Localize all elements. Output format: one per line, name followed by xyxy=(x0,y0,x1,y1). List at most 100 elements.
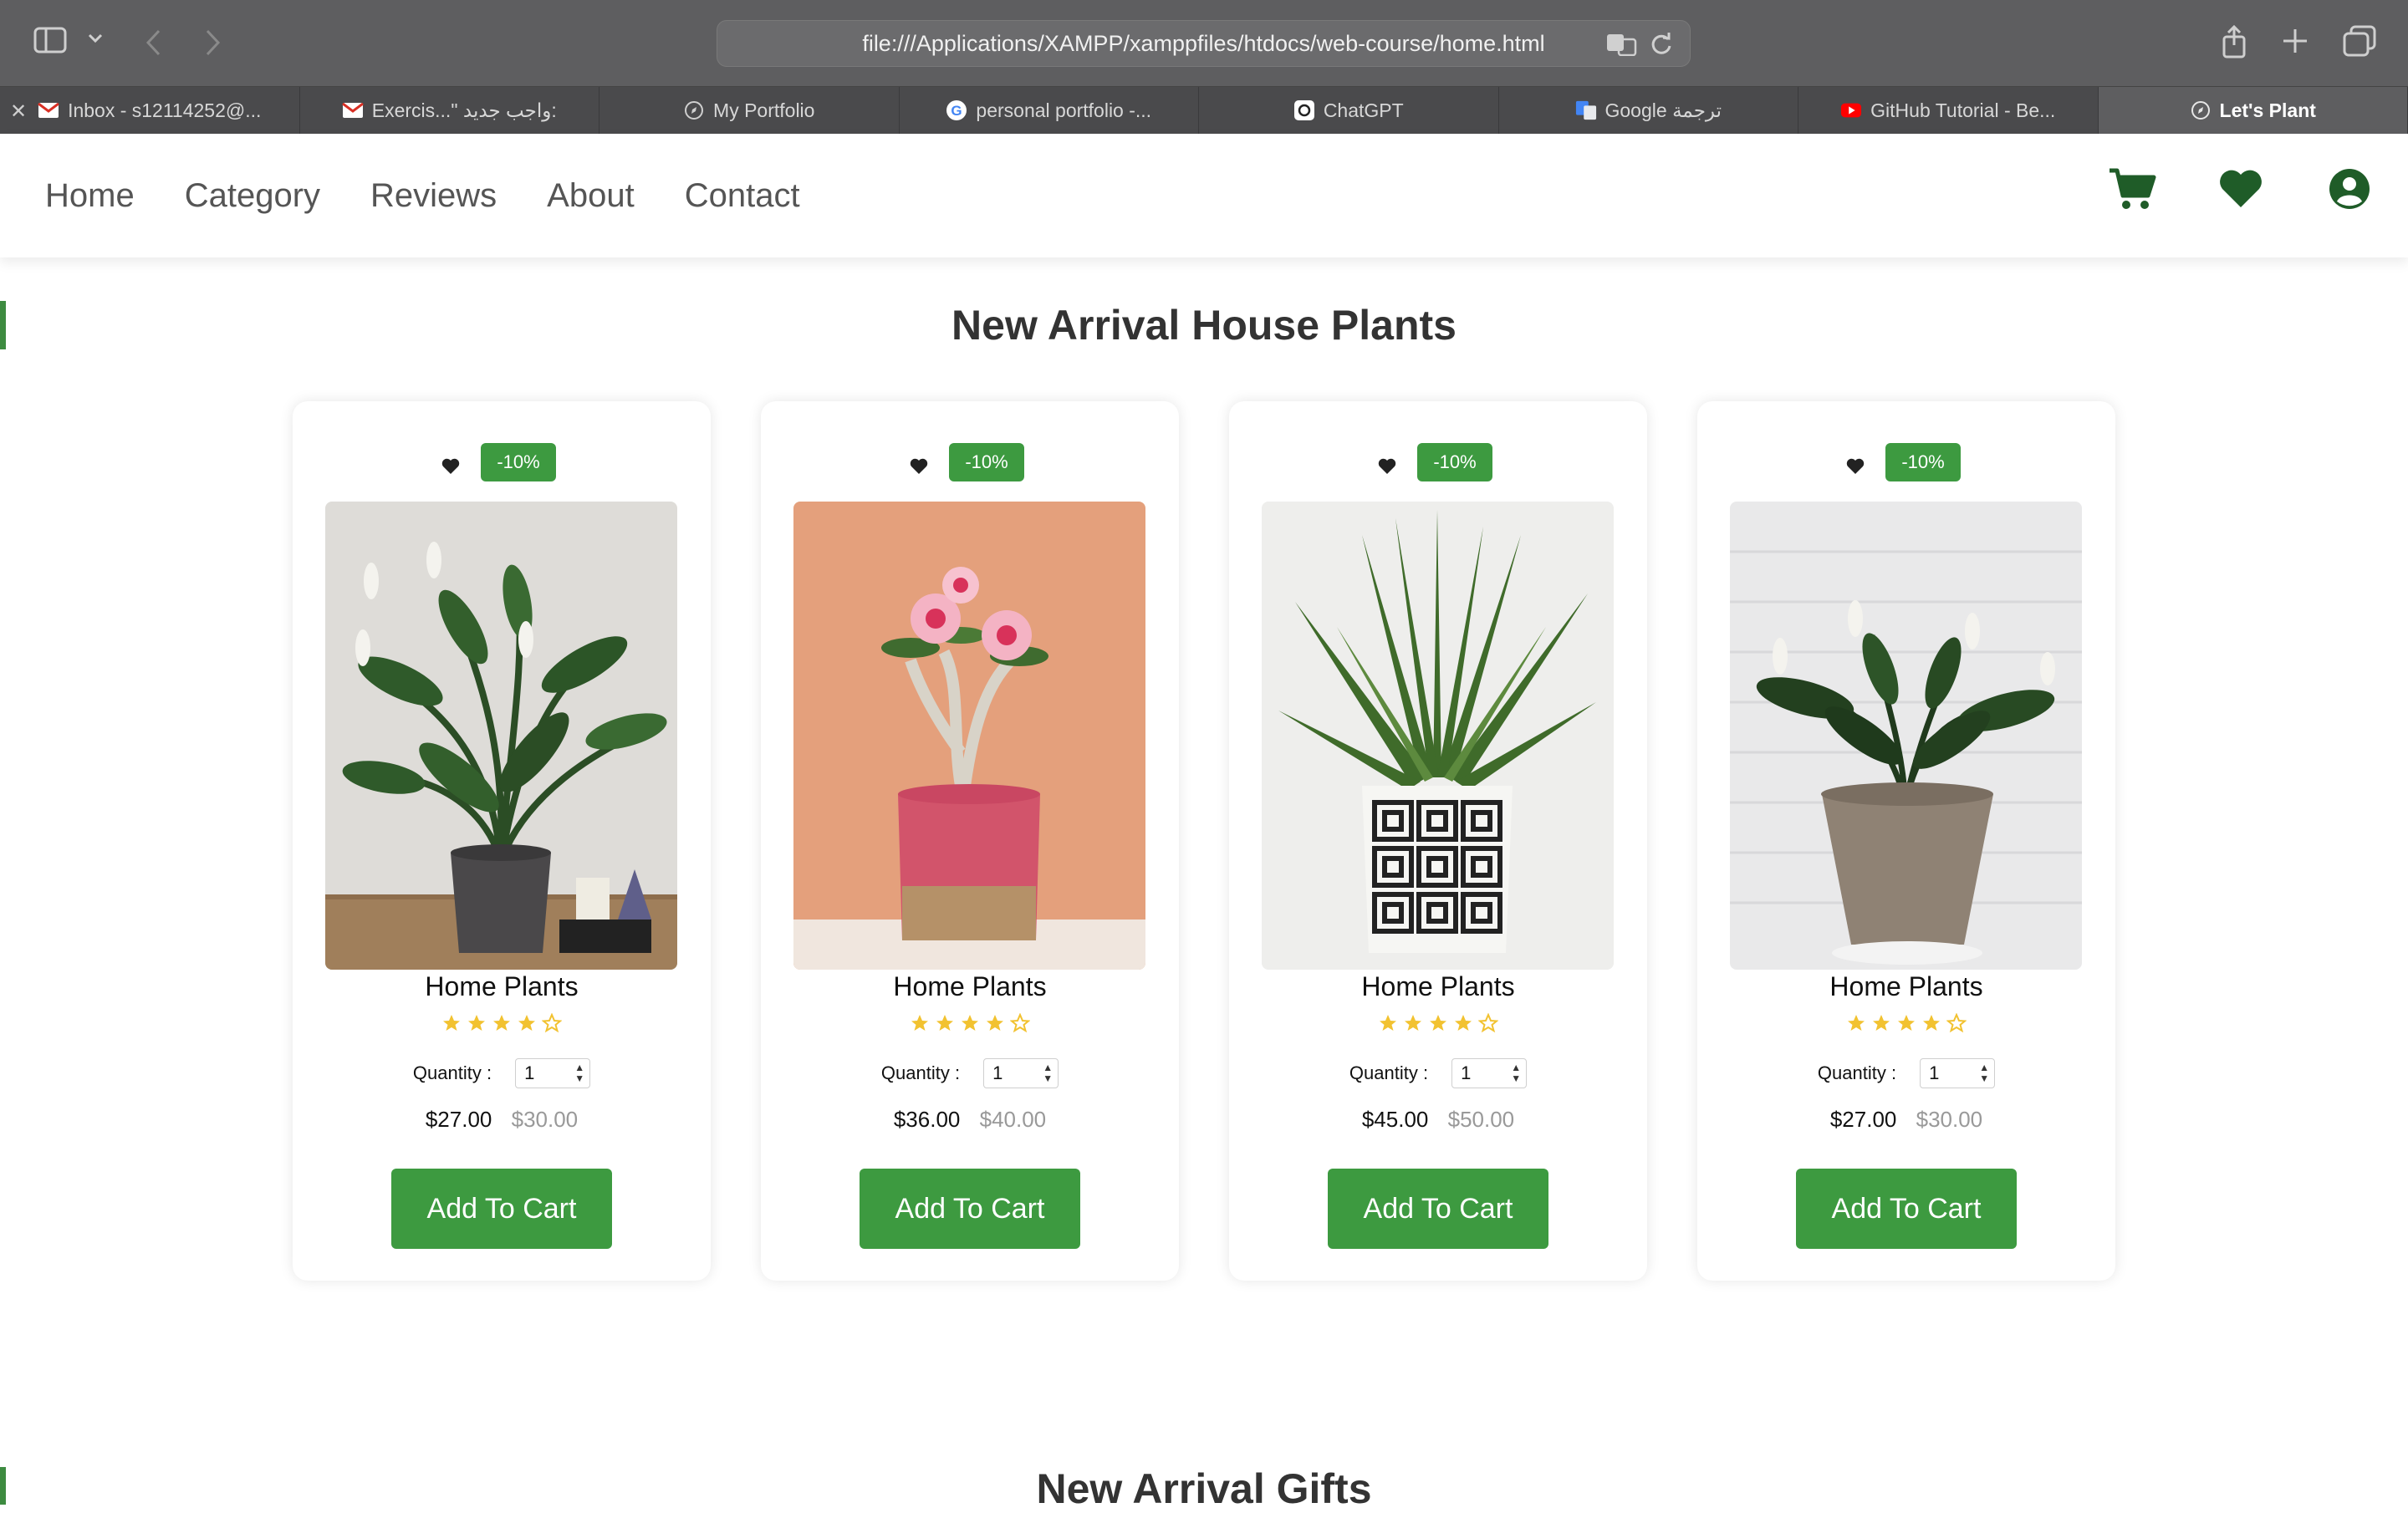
current-price: $36.00 xyxy=(893,1107,961,1132)
youtube-icon xyxy=(1840,99,1862,121)
tab-google-translate[interactable]: Google ترجمة xyxy=(1499,87,1798,134)
star-full-icon xyxy=(1873,1015,1890,1031)
address-bar[interactable]: file:///Applications/XAMPP/xamppfiles/ht… xyxy=(717,20,1691,67)
quantity-label: Quantity : xyxy=(412,1062,492,1083)
tab-chatgpt[interactable]: ChatGPT xyxy=(1199,87,1499,134)
wishlist-heart-icon[interactable] xyxy=(1378,458,1396,479)
price-row: $27.00 $30.00 xyxy=(1697,1107,2115,1133)
heart-icon[interactable] xyxy=(2216,164,2266,214)
add-to-cart-button[interactable]: Add To Cart xyxy=(1796,1169,2017,1249)
tab-label: My Portfolio xyxy=(713,99,815,121)
tab-label: GitHub Tutorial - Be... xyxy=(1870,99,2056,121)
quantity-label: Quantity : xyxy=(880,1062,961,1083)
site-header: Home Category Reviews About Contact xyxy=(0,134,2408,257)
url-text: file:///Applications/XAMPP/xamppfiles/ht… xyxy=(862,30,1545,56)
current-price: $45.00 xyxy=(1361,1107,1429,1132)
tab-lets-plant[interactable]: Let's Plant xyxy=(2098,87,2408,134)
product-name: Home Plants xyxy=(1829,971,1983,1001)
discount-badge: -10% xyxy=(1885,443,1961,481)
nav-home[interactable]: Home xyxy=(45,177,135,215)
quantity-stepper[interactable]: 1 ▲ ▼ xyxy=(1451,1058,1528,1088)
quantity-stepper[interactable]: 1 ▲ ▼ xyxy=(1920,1058,1996,1088)
close-icon[interactable]: ✕ xyxy=(10,99,27,124)
quantity-value: 1 xyxy=(524,1062,535,1083)
tab-personal-portfolio[interactable]: G personal portfolio -... xyxy=(900,87,1199,134)
add-to-cart-button[interactable]: Add To Cart xyxy=(1328,1169,1548,1249)
wishlist-heart-icon[interactable] xyxy=(1846,458,1865,479)
star-empty-icon xyxy=(1946,1013,1967,1033)
sidebar-toggle-icon[interactable] xyxy=(33,27,67,53)
svg-text:G: G xyxy=(951,103,962,119)
tab-inbox[interactable]: ✕ Inbox - s12114252@... xyxy=(0,87,300,134)
user-icon[interactable] xyxy=(2324,164,2375,214)
stepper-arrows-icon[interactable]: ▲ ▼ xyxy=(1511,1062,1521,1084)
quantity-row: Quantity : 1 ▲ ▼ xyxy=(1697,1058,2115,1088)
stepper-arrows-icon[interactable]: ▲ ▼ xyxy=(574,1062,584,1084)
product-grid: -10% Home Plants Quantity: 1 ▲ ▼ $27.00… xyxy=(293,401,2115,1281)
add-to-cart-button[interactable]: Add To Cart xyxy=(860,1169,1080,1249)
tab-my-portfolio[interactable]: My Portfolio xyxy=(599,87,900,134)
quantity-stepper[interactable]: 1 ▲ ▼ xyxy=(983,1058,1059,1088)
original-price: $30.00 xyxy=(511,1107,579,1132)
nav-reviews[interactable]: Reviews xyxy=(370,177,497,215)
price-row: $45.00 $50.00 xyxy=(1229,1107,1647,1133)
star-full-icon xyxy=(936,1015,953,1031)
rating-stars xyxy=(293,1013,711,1033)
quantity-row: Quantity : 1 ▲ ▼ xyxy=(293,1058,711,1088)
current-price: $27.00 xyxy=(1829,1107,1897,1132)
product-card: -10% xyxy=(1697,401,2115,1281)
rating-stars xyxy=(1229,1013,1647,1033)
rating-stars xyxy=(761,1013,1179,1033)
nav-contact[interactable]: Contact xyxy=(685,177,800,215)
quantity-stepper[interactable]: 1 ▲ ▼ xyxy=(515,1058,591,1088)
current-price: $27.00 xyxy=(425,1107,492,1132)
nav-category[interactable]: Category xyxy=(185,177,320,215)
cart-icon[interactable] xyxy=(2107,164,2157,214)
star-full-icon xyxy=(468,1015,485,1031)
main-nav: Home Category Reviews About Contact xyxy=(45,177,800,215)
translate-icon[interactable] xyxy=(1606,33,1638,62)
tab-github-tutorial[interactable]: GitHub Tutorial - Be... xyxy=(1798,87,2099,134)
header-actions xyxy=(2107,164,2375,214)
wishlist-heart-icon[interactable] xyxy=(441,458,460,479)
original-price: $40.00 xyxy=(979,1107,1047,1132)
nav-about[interactable]: About xyxy=(547,177,635,215)
product-name: Home Plants xyxy=(893,971,1047,1001)
tab-label: ChatGPT xyxy=(1323,99,1404,121)
star-empty-icon xyxy=(542,1013,562,1033)
quantity-row: Quantity : 1 ▲ ▼ xyxy=(761,1058,1179,1088)
gmail-icon xyxy=(341,99,364,121)
stepper-arrows-icon[interactable]: ▲ ▼ xyxy=(1043,1062,1053,1084)
star-full-icon xyxy=(1848,1015,1865,1031)
share-icon[interactable] xyxy=(2221,25,2247,59)
reload-icon[interactable] xyxy=(1650,32,1673,63)
quantity-label: Quantity : xyxy=(1817,1062,1897,1083)
wishlist-heart-icon[interactable] xyxy=(910,458,928,479)
google-icon: G xyxy=(946,99,967,121)
forward-icon[interactable] xyxy=(202,28,222,57)
new-tab-icon[interactable] xyxy=(2281,27,2309,55)
chevron-down-icon[interactable] xyxy=(87,32,104,45)
quantity-value: 1 xyxy=(1461,1062,1472,1083)
star-full-icon xyxy=(911,1015,928,1031)
star-full-icon xyxy=(1430,1015,1446,1031)
section-title-gifts: New Arrival Gifts xyxy=(1036,1465,1372,1512)
star-full-icon xyxy=(1898,1015,1915,1031)
star-full-icon xyxy=(443,1015,460,1031)
discount-badge: -10% xyxy=(949,443,1024,481)
tab-exercise[interactable]: Exercis..." واجب جديد: xyxy=(300,87,599,134)
product-name: Home Plants xyxy=(1361,971,1515,1001)
star-empty-icon xyxy=(1478,1013,1498,1033)
google-translate-icon xyxy=(1575,99,1597,121)
star-full-icon xyxy=(1455,1015,1472,1031)
stepper-arrows-icon[interactable]: ▲ ▼ xyxy=(1979,1062,1989,1084)
star-empty-icon xyxy=(1010,1013,1030,1033)
tab-overview-icon[interactable] xyxy=(2343,25,2376,57)
back-icon[interactable] xyxy=(144,28,164,57)
section-title-plants: New Arrival House Plants xyxy=(951,302,1457,349)
compass-icon xyxy=(2190,99,2212,121)
product-image xyxy=(325,502,677,970)
quantity-label: Quantity : xyxy=(1349,1062,1429,1083)
add-to-cart-button[interactable]: Add To Cart xyxy=(391,1169,612,1249)
product-card: -10% xyxy=(293,401,711,1281)
